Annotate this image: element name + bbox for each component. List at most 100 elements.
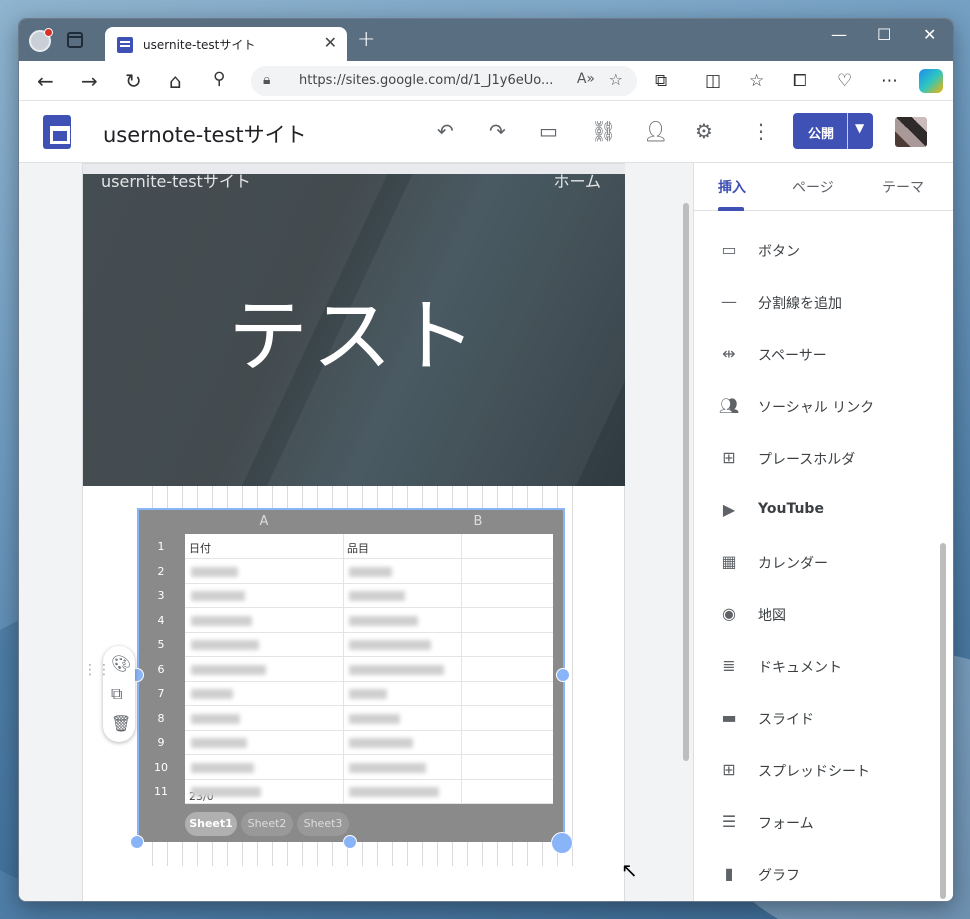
tab-bar: usernite-testサイト ✕ + — ☐ ✕: [19, 19, 953, 61]
back-icon[interactable]: ←: [37, 69, 54, 93]
lock-icon[interactable]: 🔒︎: [263, 72, 270, 88]
social-links-icon: 👥︎: [718, 396, 740, 415]
insert-item-calendar[interactable]: ▦ カレンダー: [694, 537, 944, 589]
insert-item-youtube[interactable]: ▶ YouTube: [694, 485, 944, 537]
publish-dropdown-icon[interactable]: ▼: [855, 121, 864, 135]
calendar-icon: ▦: [721, 552, 737, 571]
extensions-icon[interactable]: ⧉: [655, 71, 667, 91]
insert-item-chart[interactable]: ▮ グラフ: [694, 849, 944, 901]
cell-b1: 品目: [347, 542, 369, 555]
blurred-cell-value: [349, 664, 444, 675]
settings-gear-icon[interactable]: ⚙: [695, 119, 713, 143]
blurred-cell-value: [191, 738, 247, 748]
insert-item-forms[interactable]: ☰ フォーム: [694, 797, 944, 849]
blurred-cell-value: [349, 713, 400, 724]
insert-item-divider[interactable]: — 分割線を追加: [694, 277, 944, 329]
resize-handle-bottom[interactable]: [343, 835, 357, 849]
insert-item-placeholder[interactable]: ⊞ プレースホルダ: [694, 433, 944, 485]
close-tab-icon[interactable]: ✕: [324, 33, 337, 52]
docs-icon: ≣: [722, 656, 736, 675]
tab-themes[interactable]: テーマ: [882, 177, 924, 197]
row-header: 10: [154, 760, 168, 774]
page-top-strip: [83, 164, 625, 174]
share-icon[interactable]: 👤︎: [643, 119, 668, 143]
blurred-cell-value: [349, 566, 392, 577]
delete-icon[interactable]: 🗑︎: [111, 714, 131, 733]
resize-handle-bottom-left[interactable]: [130, 835, 144, 849]
row-header: 1: [157, 540, 165, 553]
sheet-tab-1[interactable]: Sheet1: [185, 812, 237, 836]
sheet-tab-3[interactable]: Sheet3: [297, 812, 349, 836]
blurred-cell-value: [349, 738, 413, 748]
sites-favicon-icon: [117, 37, 133, 53]
editor-canvas: usernite-testサイト ホーム テスト A B 日付 品目 23/0 …: [19, 163, 693, 901]
user-avatar[interactable]: [895, 117, 927, 147]
url-text: https://sites.google.com/d/1_J1y6eUo...: [299, 73, 554, 88]
chart-icon: ▮: [724, 864, 734, 883]
undo-icon[interactable]: ↶: [437, 119, 454, 143]
sheet-cells: 日付 品目 23/0: [185, 534, 553, 804]
more-vert-icon[interactable]: ⋮: [751, 119, 771, 143]
home-icon[interactable]: ⌂: [169, 69, 182, 93]
copilot-icon[interactable]: [919, 69, 943, 93]
link-icon[interactable]: ⛓: [591, 119, 616, 143]
resize-handle-right[interactable]: [556, 668, 570, 682]
drag-handle-icon[interactable]: ⋮⋮: [83, 662, 111, 678]
collections-icon[interactable]: ⧠: [793, 71, 807, 91]
hero-site-name[interactable]: usernite-testサイト: [101, 174, 251, 192]
publish-button[interactable]: 公開 ▼: [793, 113, 873, 149]
search-icon[interactable]: ⚲: [213, 69, 225, 89]
row-header: 7: [157, 687, 165, 700]
insert-item-label: プレースホルダ: [758, 452, 856, 468]
blurred-cell-value: [349, 762, 426, 773]
new-tab-icon[interactable]: +: [357, 27, 375, 52]
insert-item-label: カレンダー: [758, 556, 828, 572]
insert-item-label: スプレッドシート: [758, 764, 870, 780]
sheet-tab-2[interactable]: Sheet2: [241, 812, 293, 836]
placeholder-icon: ⊞: [722, 448, 736, 467]
browser-essentials-icon[interactable]: ♡: [837, 71, 852, 91]
maximize-icon[interactable]: ☐: [877, 25, 891, 44]
insert-item-docs[interactable]: ≣ ドキュメント: [694, 641, 944, 693]
embedded-spreadsheet[interactable]: A B 日付 品目 23/0 Sheet1 Sheet2 Sheet3 1 2 3 4…: [137, 508, 565, 842]
favorite-star-icon[interactable]: ☆: [609, 70, 623, 89]
more-menu-icon[interactable]: ⋯: [881, 71, 898, 91]
blurred-cell-value: [191, 787, 261, 797]
split-screen-icon[interactable]: ◫: [705, 71, 721, 91]
panel-scrollbar[interactable]: [940, 543, 946, 899]
favorites-icon[interactable]: ☆: [749, 71, 764, 91]
hero-banner[interactable]: usernite-testサイト ホーム テスト: [83, 174, 625, 486]
google-sites-logo-icon[interactable]: [43, 115, 71, 149]
row-header: 8: [157, 711, 165, 725]
blurred-cell-value: [191, 615, 252, 626]
site-title[interactable]: usernote-testサイト: [103, 119, 307, 149]
insert-item-sheets[interactable]: ⊞ スプレッドシート: [694, 745, 944, 797]
insert-item-slides[interactable]: ▬ スライド: [694, 693, 944, 745]
hero-title[interactable]: テスト: [83, 272, 625, 388]
insert-item-spacer[interactable]: ⇹ スペーサー: [694, 329, 944, 381]
preview-devices-icon[interactable]: ▭: [539, 119, 558, 143]
map-icon: ◉: [722, 604, 736, 623]
palette-icon[interactable]: 🎨︎: [111, 654, 131, 673]
hero-nav-home[interactable]: ホーム: [553, 174, 601, 192]
insert-item-social-links[interactable]: 👥︎ ソーシャル リンク: [694, 381, 944, 433]
tab-insert[interactable]: 挿入: [718, 177, 746, 197]
insert-item-label: YouTube: [758, 501, 824, 517]
read-aloud-icon[interactable]: A»: [577, 71, 595, 87]
canvas-scrollbar[interactable]: [683, 203, 689, 761]
tab-pages[interactable]: ページ: [792, 177, 834, 197]
button-icon: ▭: [721, 240, 737, 259]
url-field[interactable]: 🔒︎ https://sites.google.com/d/1_J1y6eUo.…: [251, 66, 637, 96]
tab-actions-icon[interactable]: [67, 32, 83, 48]
insert-item-map[interactable]: ◉ 地図: [694, 589, 944, 641]
redo-icon[interactable]: ↷: [489, 119, 506, 143]
refresh-icon[interactable]: ↻: [125, 69, 142, 93]
browser-tab[interactable]: usernite-testサイト ✕: [105, 27, 347, 61]
duplicate-icon[interactable]: ⧉: [111, 684, 122, 704]
close-window-icon[interactable]: ✕: [923, 25, 936, 44]
resize-handle-bottom-right[interactable]: [551, 832, 573, 854]
minimize-icon[interactable]: —: [831, 25, 847, 44]
insert-item-button[interactable]: ▭ ボタン: [694, 225, 944, 277]
profile-avatar[interactable]: [29, 28, 53, 52]
forward-icon[interactable]: →: [81, 69, 98, 93]
